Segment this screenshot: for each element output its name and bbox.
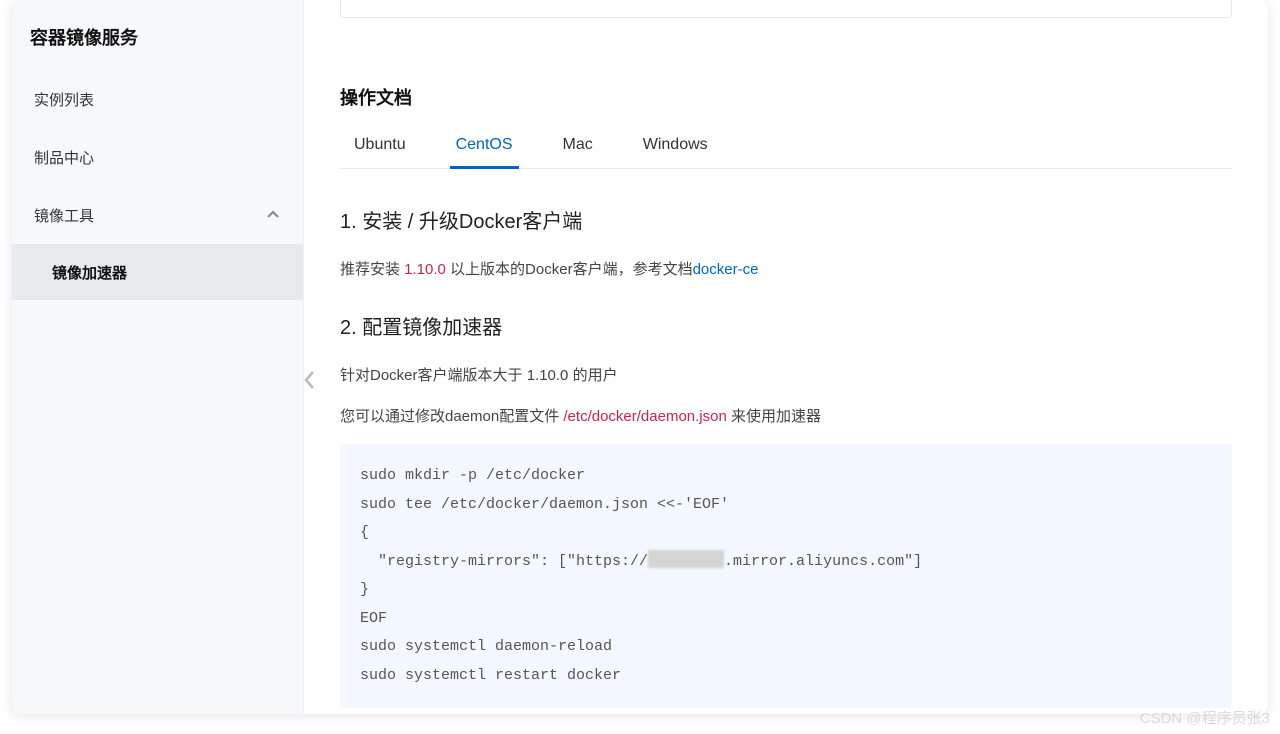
section2-p2: 您可以通过修改daemon配置文件 /etc/docker/daemon.jso… bbox=[340, 403, 1232, 430]
redacted-mirror-id bbox=[648, 550, 724, 568]
top-panel-placeholder bbox=[340, 0, 1232, 18]
tab-windows[interactable]: Windows bbox=[637, 126, 714, 169]
sidebar-item-label: 镜像加速器 bbox=[52, 262, 127, 283]
sidebar-item-label: 实例列表 bbox=[34, 89, 94, 110]
main-content: 操作文档 Ubuntu CentOS Mac Windows 1. 安装 / 升… bbox=[304, 0, 1268, 714]
section1-heading: 1. 安装 / 升级Docker客户端 bbox=[340, 205, 1232, 234]
sidebar-item-mirroraccel[interactable]: 镜像加速器 bbox=[12, 244, 303, 300]
sidebar-item-imagetools[interactable]: 镜像工具 bbox=[12, 186, 303, 244]
sidebar-item-instances[interactable]: 实例列表 bbox=[12, 70, 303, 128]
section2-p1: 针对Docker客户端版本大于 1.10.0 的用户 bbox=[340, 362, 1232, 389]
docker-ce-link[interactable]: docker-ce bbox=[693, 261, 759, 278]
sidebar-item-label: 制品中心 bbox=[34, 147, 94, 168]
code-block: sudo mkdir -p /etc/docker sudo tee /etc/… bbox=[340, 444, 1232, 708]
os-tabs: Ubuntu CentOS Mac Windows bbox=[340, 126, 1232, 169]
tab-mac[interactable]: Mac bbox=[557, 126, 599, 169]
section2-heading: 2. 配置镜像加速器 bbox=[340, 311, 1232, 340]
sidebar-collapse-handle[interactable] bbox=[300, 358, 320, 402]
version-text: 1.10.0 bbox=[404, 261, 446, 278]
chevron-up-icon bbox=[265, 207, 281, 223]
sidebar-item-label: 镜像工具 bbox=[34, 205, 94, 226]
tab-ubuntu[interactable]: Ubuntu bbox=[348, 126, 412, 169]
section1-text: 推荐安装 1.10.0 以上版本的Docker客户端，参考文档docker-ce bbox=[340, 256, 1232, 283]
sidebar: 容器镜像服务 实例列表 制品中心 镜像工具 镜像加速器 bbox=[12, 0, 304, 714]
sidebar-title: 容器镜像服务 bbox=[12, 16, 303, 70]
sidebar-item-artifacts[interactable]: 制品中心 bbox=[12, 128, 303, 186]
tab-centos[interactable]: CentOS bbox=[450, 126, 519, 169]
doc-title: 操作文档 bbox=[340, 84, 1232, 110]
daemon-json-path: /etc/docker/daemon.json bbox=[563, 408, 726, 425]
